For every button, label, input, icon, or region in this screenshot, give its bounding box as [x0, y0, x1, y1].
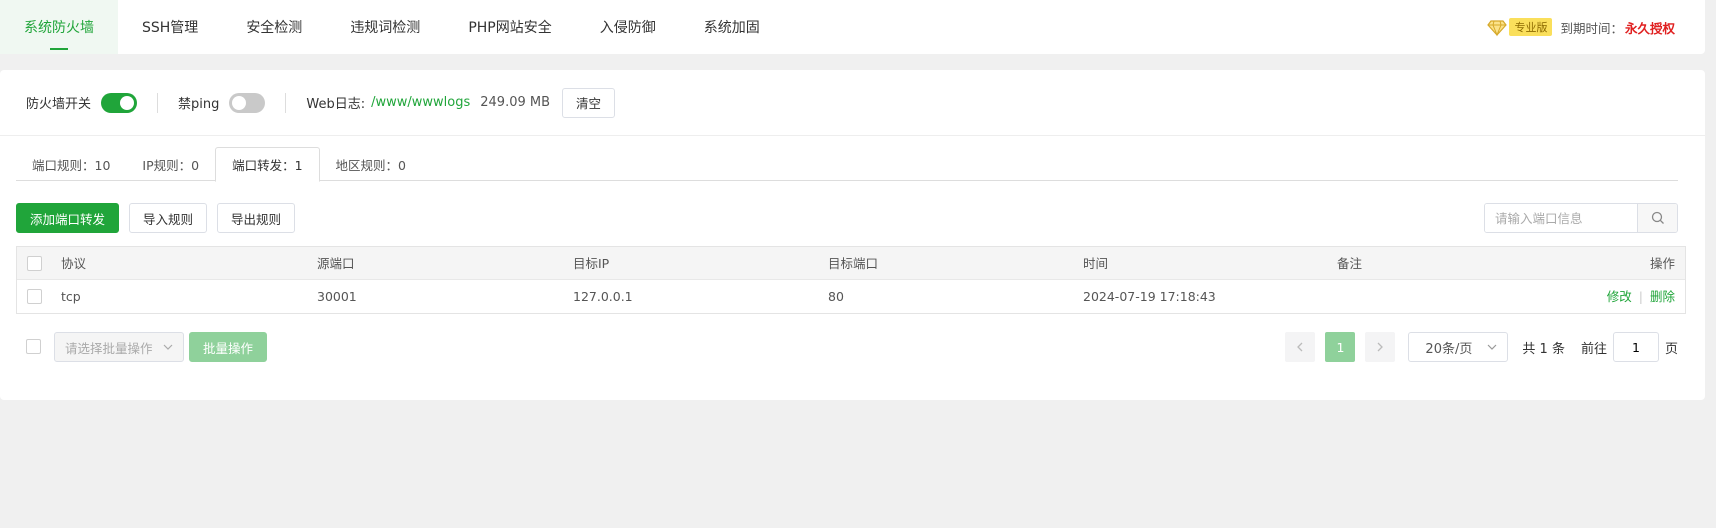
tab-label: 系统防火墙 [24, 20, 94, 36]
port-forward-table: 协议 源端口 目标IP 目标端口 时间 备注 操作 tcp 30001 127.… [16, 246, 1686, 314]
header-operation: 操作 [1649, 256, 1675, 271]
header-time: 时间 [1083, 256, 1109, 271]
search-input[interactable] [1485, 204, 1637, 232]
divider [157, 92, 159, 113]
batch-operation-select[interactable]: 请选择批量操作 [54, 332, 184, 362]
chevron-left-icon [1297, 342, 1303, 352]
next-page-button[interactable] [1365, 332, 1396, 362]
firewall-switch-label: 防火墙开关 [26, 97, 92, 112]
header-protocol: 协议 [61, 256, 87, 271]
ping-switch-label: 禁ping [178, 97, 220, 112]
tab-system-hardening[interactable]: 系统加固 [680, 0, 784, 54]
export-rules-button[interactable]: 导出规则 [217, 203, 296, 233]
batch-operation-button[interactable]: 批量操作 [189, 332, 268, 362]
goto-page-input[interactable] [1612, 332, 1659, 362]
cell-target-ip: 127.0.0.1 [573, 289, 633, 304]
table-row: tcp 30001 127.0.0.1 80 2024-07-19 17:18:… [17, 280, 1685, 313]
firewall-panel: 防火墙开关 禁ping Web日志: /www/wwwlogs 249.09 M… [0, 70, 1705, 400]
select-all-checkbox[interactable] [27, 256, 42, 271]
prev-page-button[interactable] [1285, 332, 1316, 362]
tab-violation-words[interactable]: 违规词检测 [326, 0, 444, 54]
table-header: 协议 源端口 目标IP 目标端口 时间 备注 操作 [17, 247, 1685, 280]
search-button[interactable] [1637, 204, 1677, 232]
search-icon [1651, 211, 1664, 224]
table-footer: 请选择批量操作 批量操作 1 20条/页 共 1 条 前往 页 [0, 332, 1705, 362]
top-nav: 系统防火墙 SSH管理 安全检测 违规词检测 PHP网站安全 入侵防御 系统加固… [0, 0, 1705, 54]
ping-toggle[interactable] [229, 92, 266, 113]
port-search [1484, 203, 1678, 233]
tab-php-site-security[interactable]: PHP网站安全 [444, 0, 575, 54]
page-unit-label: 页 [1664, 341, 1678, 357]
tab-label: SSH管理 [142, 20, 199, 36]
cell-source-port: 30001 [317, 289, 357, 304]
cell-time: 2024-07-19 17:18:43 [1083, 289, 1216, 304]
chevron-right-icon [1377, 342, 1384, 352]
import-rules-button[interactable]: 导入规则 [129, 203, 208, 233]
divider [285, 92, 287, 113]
cell-operations: 修改 | 删除 [1607, 280, 1675, 313]
tab-intrusion-defense[interactable]: 入侵防御 [576, 0, 680, 54]
cell-protocol: tcp [61, 289, 81, 304]
goto-label: 前往 [1580, 341, 1607, 357]
clear-log-button[interactable]: 清空 [562, 87, 616, 118]
tab-system-firewall[interactable]: 系统防火墙 [0, 0, 118, 54]
tab-ssh-management[interactable]: SSH管理 [118, 0, 222, 54]
weblog-path-link[interactable]: /www/wwwlogs [371, 95, 470, 110]
tab-label: PHP网站安全 [468, 20, 552, 36]
op-divider: | [1638, 289, 1643, 304]
pagination: 1 20条/页 共 1 条 前往 页 [1285, 332, 1678, 362]
batch-select-placeholder: 请选择批量操作 [65, 340, 153, 356]
header-target-ip: 目标IP [573, 256, 610, 271]
tab-region-rules[interactable]: 地区规则：0 [320, 147, 422, 181]
header-source-port: 源端口 [317, 256, 355, 271]
license-info: 专业版 到期时间： 永久授权 [1487, 0, 1705, 54]
pro-badge: 专业版 [1509, 18, 1553, 36]
delete-link[interactable]: 删除 [1650, 289, 1675, 304]
rule-tabs: 端口规则：10 IP规则：0 端口转发：1 地区规则：0 [16, 147, 1678, 182]
firewall-toggle[interactable] [101, 92, 138, 113]
cell-target-port: 80 [828, 289, 844, 304]
header-note: 备注 [1337, 256, 1363, 271]
total-count: 共 1 条 [1522, 341, 1565, 357]
goto-page: 前往 页 [1581, 332, 1678, 362]
toggle-knob [232, 95, 247, 110]
tab-label: 违规词检测 [350, 20, 421, 36]
expire-value[interactable]: 永久授权 [1625, 18, 1675, 37]
tab-security-scan[interactable]: 安全检测 [222, 0, 326, 54]
row-checkbox[interactable] [27, 289, 42, 304]
tab-port-forwarding[interactable]: 端口转发：1 [215, 147, 320, 182]
firewall-toolbar: 防火墙开关 禁ping Web日志: /www/wwwlogs 249.09 M… [0, 70, 1705, 136]
page-size-select[interactable]: 20条/页 [1408, 332, 1509, 362]
tab-label: 入侵防御 [599, 20, 656, 36]
header-target-port: 目标端口 [828, 256, 879, 271]
tab-label: 系统加固 [703, 20, 760, 36]
expire-label: 到期时间： [1560, 20, 1623, 36]
action-bar: 添加端口转发 导入规则 导出规则 [16, 203, 296, 233]
edit-link[interactable]: 修改 [1607, 289, 1632, 304]
add-port-forward-button[interactable]: 添加端口转发 [16, 203, 120, 233]
diamond-icon [1487, 20, 1508, 37]
tab-port-rules[interactable]: 端口规则：10 [16, 147, 126, 181]
page-size-value: 20条/页 [1425, 341, 1473, 357]
toggle-knob [120, 95, 135, 110]
weblog-label: Web日志: [306, 97, 366, 112]
chevron-down-icon [163, 344, 173, 350]
batch-select-checkbox[interactable] [26, 339, 41, 354]
weblog-size: 249.09 MB [480, 95, 551, 110]
chevron-down-icon [1487, 344, 1497, 350]
tab-label: 安全检测 [246, 20, 303, 36]
page-number-button[interactable]: 1 [1325, 332, 1356, 362]
tab-ip-rules[interactable]: IP规则：0 [126, 147, 215, 181]
